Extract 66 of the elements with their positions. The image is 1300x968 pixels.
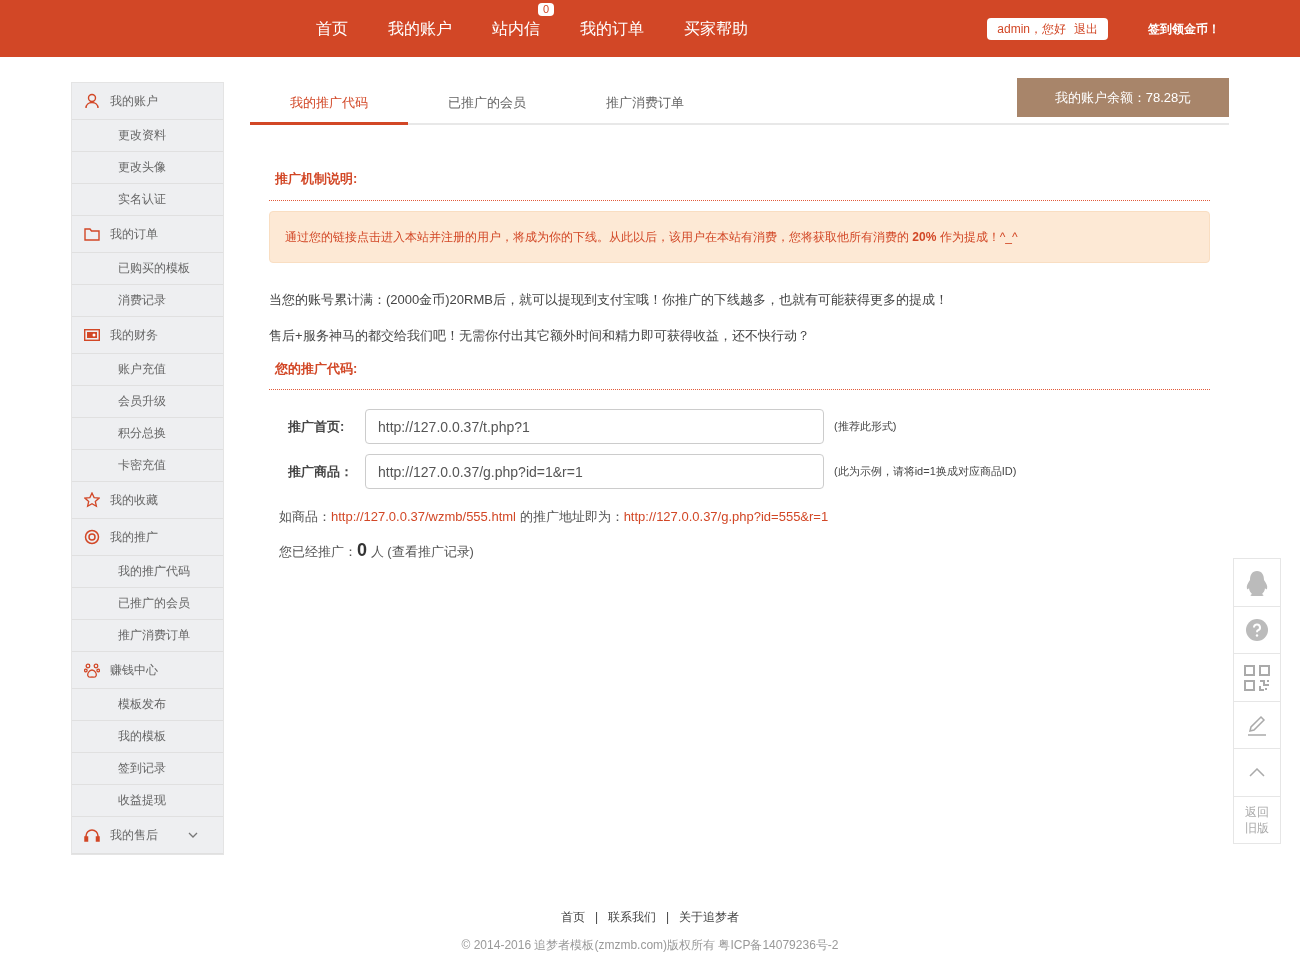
wallet-icon [84, 329, 100, 341]
sidebar-item[interactable]: 收益提现 [72, 785, 223, 817]
sidebar-item[interactable]: 已购买的模板 [72, 253, 223, 285]
account-balance-button[interactable]: 我的账户余额：78.28元 [1017, 78, 1229, 117]
sidebar-item[interactable]: 卡密充值 [72, 450, 223, 482]
footer-separator: | [594, 909, 598, 926]
sidebar-item[interactable]: 消费记录 [72, 285, 223, 317]
nav-link[interactable]: 站内信 [472, 17, 560, 40]
headset-icon [84, 828, 100, 842]
footer-link[interactable]: 首页 [560, 908, 585, 926]
logout-link[interactable]: 退出 [1074, 19, 1098, 38]
url-input-field[interactable]: http://127.0.0.37/g.php?id=1&r=1 [365, 454, 824, 489]
field-hint: (此为示例，请将id=1换成对应商品ID) [834, 464, 1017, 480]
sidebar-item[interactable]: 积分总换 [72, 418, 223, 450]
tab[interactable]: 推广消费订单 [566, 84, 724, 125]
field-label: 推广首页: [287, 417, 346, 436]
chevron-down-icon [188, 832, 198, 838]
sidebar-item[interactable]: 会员升级 [72, 386, 223, 418]
sidebar-item[interactable]: 更改资料 [72, 120, 223, 152]
sidebar-item[interactable]: 推广消费订单 [72, 620, 223, 652]
field-label: 推广商品： [287, 462, 354, 481]
user-icon [84, 93, 100, 109]
sidebar-item[interactable]: 实名认证 [72, 184, 223, 216]
sidebar-group[interactable]: 我的推广 [72, 519, 223, 556]
sidebar-group[interactable]: 我的财务 [72, 317, 223, 354]
copyright-text: © 2014-2016 追梦者模板(zmzmb.com)版权所有 粤ICP备14079236号-2 [461, 937, 839, 954]
nav-link[interactable]: 我的订单 [560, 17, 664, 40]
tab[interactable]: 我的推广代码 [250, 84, 408, 125]
sidebar-group[interactable]: 我的账户 [72, 83, 223, 120]
example-text: 如商品：http://127.0.0.37/wzmb/555.html 的推广地址即为：http://127.0.0.37/g.php?id=555&r=1 [279, 508, 830, 526]
sidebar-item[interactable]: 账户充值 [72, 354, 223, 386]
promo-link[interactable]: http://127.0.0.37/g.php?id=555&r=1 [623, 509, 829, 524]
paw-icon [84, 662, 100, 678]
footer-separator: | [666, 909, 670, 926]
sidebar-group[interactable]: 我的收藏 [72, 482, 223, 519]
sidebar-item[interactable]: 我的模板 [72, 721, 223, 753]
promotion-record-link[interactable]: (查看推广记录) [387, 543, 474, 559]
nav-link[interactable]: 我的账户 [368, 17, 472, 40]
section-title: 您的推广代码: [273, 359, 359, 378]
promotion-count-text: 您已经推广：0 人 (查看推广记录) [279, 538, 475, 562]
notice-box: 通过您的链接点击进入本站并注册的用户，将成为你的下线。从此以后，该用户在本站有消费，您将获取他所有消费的 20% 作为提成！^_^ [269, 210, 1210, 263]
sidebar-group[interactable]: 我的订单 [72, 216, 223, 253]
info-text: 售后+服务神马的都交给我们吧！无需你付出其它额外时间和精力即可获得收益，还不快行动？ [269, 327, 811, 345]
section-title: 推广机制说明: [274, 170, 359, 188]
url-input-field[interactable]: http://127.0.0.37/t.php?1 [365, 409, 824, 444]
product-link[interactable]: http://127.0.0.37/wzmb/555.html [331, 509, 516, 524]
field-hint: (推荐此形式) [834, 419, 897, 435]
tab[interactable]: 已推广的会员 [408, 84, 566, 125]
sidebar-group[interactable]: 我的售后 [72, 817, 223, 854]
info-text: 当您的账号累计满：(2000金币)20RMB后，就可以提现到支付宝哦！你推广的下线越多，也就有可能获得更多的提成！ [269, 290, 949, 309]
star-icon [84, 492, 100, 508]
sidebar-item[interactable]: 已推广的会员 [72, 588, 223, 620]
footer-link[interactable]: 关于追梦者 [679, 908, 740, 926]
sign-in-link[interactable]: 签到领金币！ [1148, 19, 1220, 38]
user-greeting: admin，您好 [997, 20, 1066, 38]
footer-link[interactable]: 联系我们 [608, 908, 656, 926]
folder-icon [84, 227, 100, 241]
sidebar-item[interactable]: 模板发布 [72, 689, 223, 721]
sidebar-group[interactable]: 赚钱中心 [72, 652, 223, 689]
sidebar-item[interactable]: 我的推广代码 [72, 556, 223, 588]
sidebar-item[interactable]: 更改头像 [72, 152, 223, 184]
notification-badge: 0 [537, 2, 554, 16]
nav-link[interactable]: 首页 [296, 17, 368, 40]
nav-link[interactable]: 买家帮助 [664, 17, 768, 40]
sidebar-item[interactable]: 签到记录 [72, 753, 223, 785]
lifebuoy-icon [84, 529, 100, 545]
